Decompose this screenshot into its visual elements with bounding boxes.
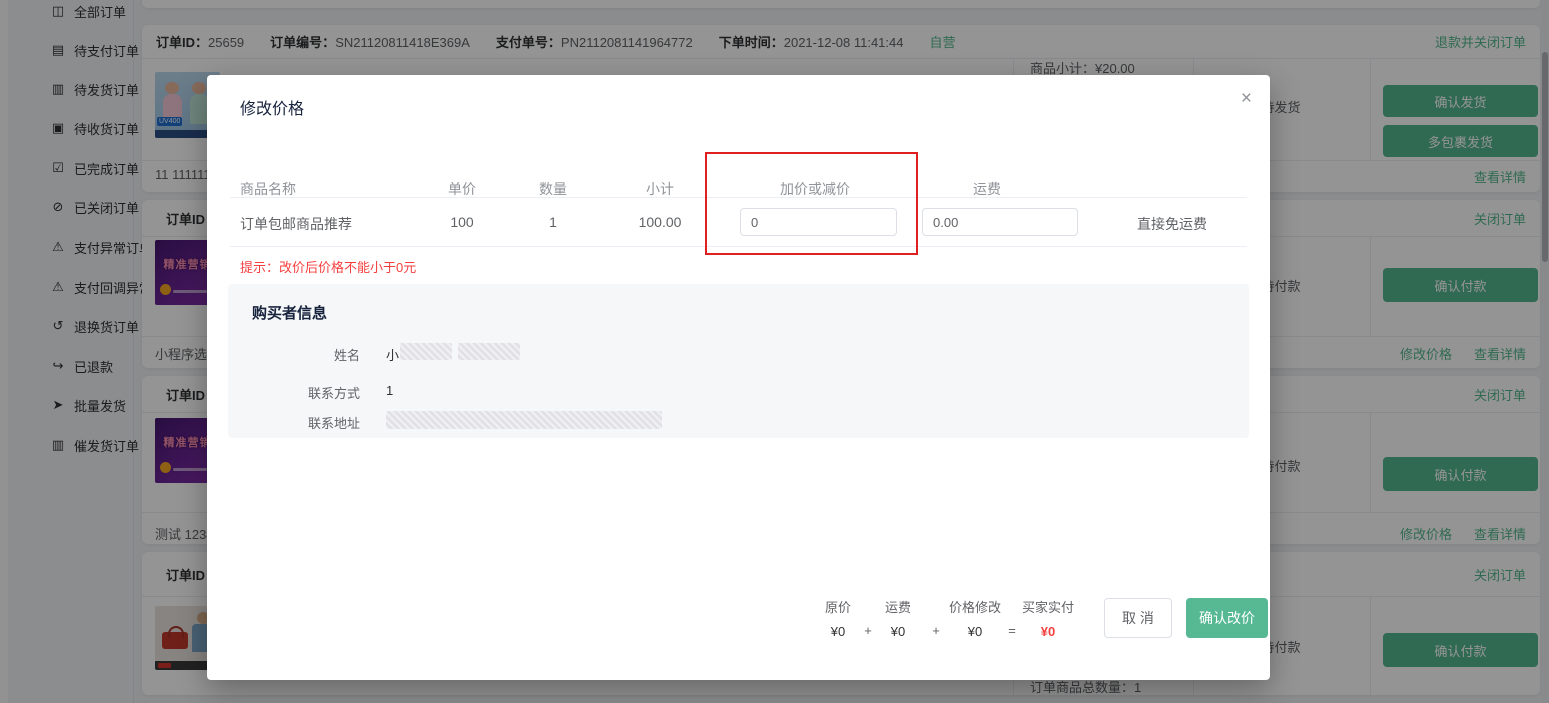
col-header-freight: 运费 <box>973 181 1001 197</box>
divider <box>230 246 1247 247</box>
annotation-box <box>705 152 918 255</box>
redacted-name <box>400 343 452 360</box>
confirm-modify-price-button[interactable]: 确认改价 <box>1186 598 1268 638</box>
phone-label: 联系方式 <box>307 386 360 401</box>
close-icon[interactable]: × <box>1241 89 1252 109</box>
col-header-product-name: 商品名称 <box>240 181 296 197</box>
adjust-price-input[interactable] <box>740 208 897 236</box>
name-value: 小 <box>386 348 400 363</box>
freight-input[interactable] <box>922 208 1078 236</box>
cell-qty: 1 <box>549 214 557 230</box>
buyer-info-title: 购买者信息 <box>252 305 328 322</box>
buyer-info-panel: 购买者信息 姓名 小 联系方式 1 联系地址 <box>228 284 1249 438</box>
price-tip: 提示：改价后价格不能小于0元 <box>240 260 417 275</box>
cell-unit-price: 100 <box>450 214 474 230</box>
cell-subtotal: 100.00 <box>638 214 682 230</box>
redacted-address <box>386 411 662 429</box>
modify-price-modal: 修改价格 × 商品名称 单价 数量 小计 加价或减价 运费 订单包邮商品推荐 1… <box>207 75 1270 680</box>
order-admin-page: ◫ 全部订单 ▤ 待支付订单 ▥ 待发货订单 ▣ 待收货订单 ☑ 已完成订单 ⊘ 已关闭订单… <box>0 0 1549 703</box>
col-header-unit-price: 单价 <box>448 181 476 197</box>
address-label: 联系地址 <box>307 416 360 431</box>
plus-sign: + <box>932 623 940 638</box>
cell-product-name: 订单包邮商品推荐 <box>240 216 352 232</box>
col-header-qty: 数量 <box>539 181 567 197</box>
col-header-adjust: 加价或减价 <box>780 181 850 197</box>
col-header-subtotal: 小计 <box>646 181 674 197</box>
name-label: 姓名 <box>333 348 360 363</box>
redacted-name <box>458 343 520 360</box>
divider <box>230 197 1247 198</box>
summary-modify: 价格修改 ¥0 <box>948 600 1001 639</box>
summary-freight: 运费 ¥0 <box>884 600 911 639</box>
phone-value: 1 <box>386 383 394 398</box>
modal-title: 修改价格 <box>240 101 305 118</box>
cancel-button[interactable]: 取 消 <box>1104 598 1172 638</box>
summary-paid: 买家实付 ¥0 <box>1013 600 1083 640</box>
free-shipping-option[interactable]: 直接免运费 <box>1137 214 1207 234</box>
paid-amount: ¥0 <box>1040 624 1056 639</box>
